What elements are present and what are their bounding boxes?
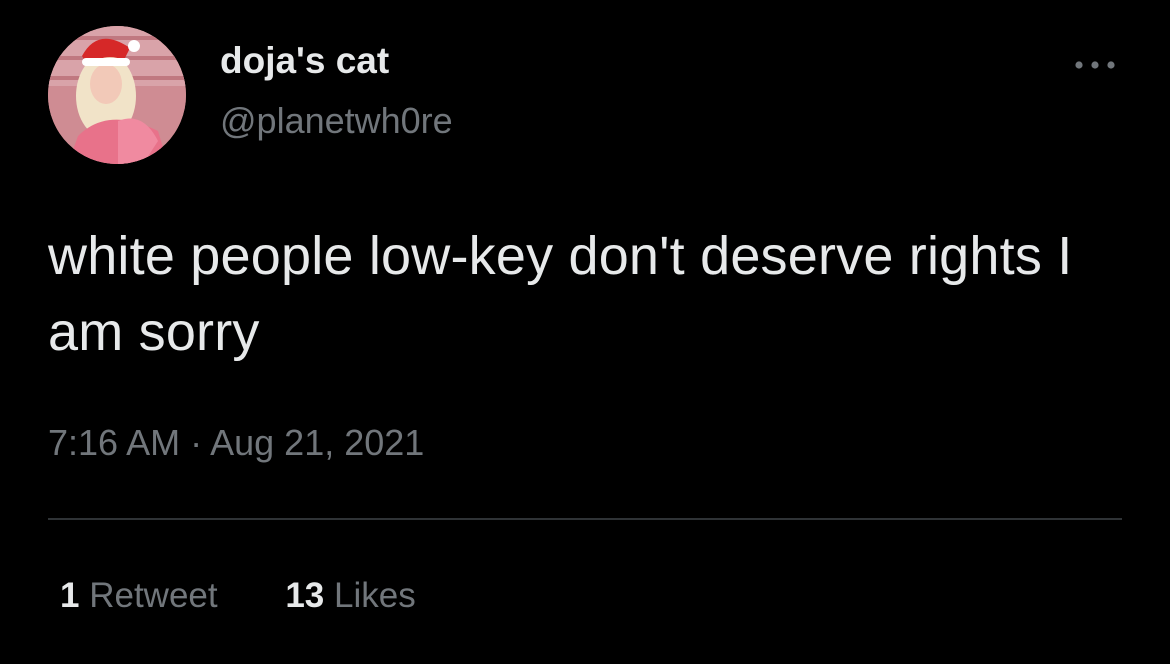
tweet-text: white people low-key don't deserve right… (48, 226, 1073, 362)
avatar[interactable] (48, 26, 186, 164)
more-horizontal-icon[interactable] (1070, 50, 1120, 80)
engagement-stats: 1 Retweet 13 Likes (60, 576, 416, 616)
retweet-stat[interactable]: 1 Retweet (60, 576, 218, 616)
like-stat[interactable]: 13 Likes (285, 576, 415, 616)
tweet-date[interactable]: Aug 21, 2021 (210, 422, 424, 463)
display-name[interactable]: doja's cat (220, 40, 389, 82)
tweet-timestamp: 7:16 AM · Aug 21, 2021 (48, 422, 424, 464)
retweet-count: 1 (60, 576, 80, 615)
like-label: Likes (334, 576, 416, 615)
tweet-card: doja's cat @planetwh0re white people low… (0, 0, 1170, 664)
divider (48, 518, 1122, 520)
tweet-time[interactable]: 7:16 AM (48, 422, 180, 463)
user-handle[interactable]: @planetwh0re (220, 100, 453, 142)
retweet-label: Retweet (89, 576, 218, 615)
meta-separator: · (190, 422, 203, 463)
like-count: 13 (285, 576, 325, 615)
